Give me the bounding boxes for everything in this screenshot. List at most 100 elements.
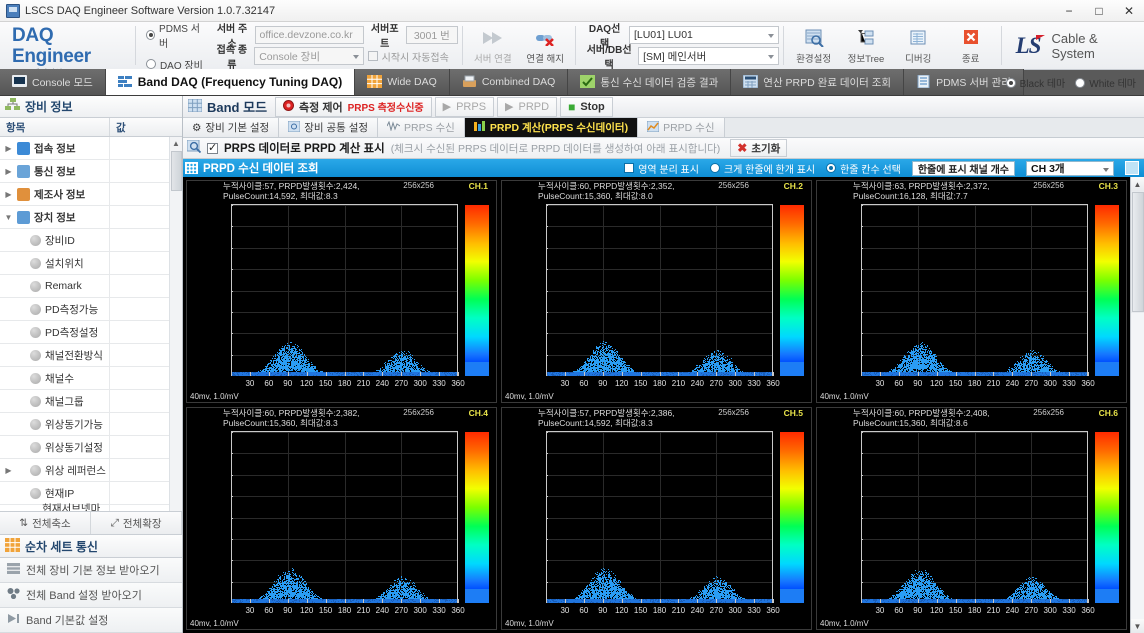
table-row[interactable]: PD측정설정 [0, 320, 182, 344]
prpd-chart-panel[interactable]: 누적사이클:63, PRPD발생횟수:2,372, PulseCount:16,… [816, 180, 1127, 403]
debug-button[interactable]: 디버깅 [892, 22, 944, 69]
radio-white-theme[interactable]: White 테마 [1075, 75, 1136, 90]
prpd-chart-panel[interactable]: 누적사이클:60, PRPD발생횟수:2,352, PulseCount:15,… [501, 180, 812, 403]
server-connect-button[interactable]: 서버 연결 [467, 22, 519, 69]
chart-plot-area[interactable]: 0.005.0010.0015.0020.0025.0030.0035.0040… [231, 204, 458, 376]
exit-button[interactable]: 종료 [944, 22, 996, 69]
tree-item[interactable]: 설치위치 [0, 251, 110, 275]
scroll-thumb[interactable] [171, 151, 182, 191]
tree-item[interactable]: 장비ID [0, 228, 110, 252]
tab-verify-results[interactable]: 통신 수신 데이터 검증 결과 [568, 69, 732, 95]
radio-black-theme[interactable]: Black 테마 [1005, 75, 1065, 90]
tree-item[interactable]: 위상동기설정 [0, 435, 110, 459]
tab-combined-daq[interactable]: Combined DAQ [449, 69, 569, 95]
subtab-prps-receive[interactable]: PRPS 수신 [378, 118, 465, 137]
chart-plot-area[interactable]: 0.005.0010.0015.0020.0025.0030.0035.0040… [546, 204, 773, 376]
table-row[interactable]: PD측정가능 [0, 297, 182, 321]
db-select[interactable]: [SM] 메인서버 [638, 47, 779, 65]
daq-select[interactable]: [LU01] LU01 [628, 26, 779, 44]
table-row[interactable]: 채널그룹 [0, 389, 182, 413]
scroll-up-icon[interactable]: ▲ [170, 137, 182, 150]
minimize-button[interactable]: − [1054, 0, 1084, 22]
server-port-input[interactable]: 3001 번 [405, 26, 458, 44]
panel-maximize-icon[interactable] [1125, 161, 1139, 175]
prpd-chart-panel[interactable]: 누적사이클:60, PRPD발생횟수:2,382, PulseCount:15,… [186, 407, 497, 630]
channel-count-select[interactable]: CH 3개 [1026, 160, 1114, 176]
chart-plot-area[interactable]: 0.005.0010.0015.0020.0025.0030.0035.0040… [861, 431, 1088, 603]
chart-plot-area[interactable]: 0.005.0010.0015.0020.0025.0030.0035.0040… [231, 431, 458, 603]
tab-prpd-results[interactable]: 연산 PRPD 완료 데이터 조회 [731, 69, 905, 95]
tree-item[interactable]: Remark [0, 274, 110, 298]
table-row[interactable]: ▼ 장치 정보 [0, 205, 182, 229]
tree-item[interactable]: PD측정가능 [0, 297, 110, 321]
collapse-all-button[interactable]: ⇅ 전체축소 [0, 512, 91, 534]
table-row[interactable]: ▶ 제조사 정보 [0, 182, 182, 206]
scroll-thumb[interactable] [1131, 192, 1144, 312]
tree-item[interactable]: ▶ 접속 정보 [0, 137, 110, 160]
chevron-right-icon[interactable]: ▶ [4, 144, 13, 153]
maximize-button[interactable]: □ [1084, 0, 1114, 22]
table-row[interactable]: ▶ 접속 정보 [0, 137, 182, 160]
expand-all-button[interactable]: ⤢ 전체확장 [91, 512, 182, 534]
tree-item[interactable]: 채널전환방식 [0, 343, 110, 367]
table-row[interactable]: 장비ID [0, 228, 182, 252]
single-large-radio[interactable]: 크게 한줄에 한개 표시 [709, 161, 815, 176]
tree-item[interactable]: ▶ 위상 레퍼런스 [0, 458, 110, 482]
reset-button[interactable]: ✖ 초기화 [730, 139, 788, 157]
prpd-button[interactable]: ▶ PRPD [497, 96, 558, 117]
columns-select-radio[interactable]: 한줄 칸수 선택 [826, 161, 901, 176]
tree-item[interactable]: ▶ 제조사 정보 [0, 182, 110, 206]
sidebar-action-fetch-basic[interactable]: 전체 장비 기본 정보 받아오기 [0, 558, 182, 583]
split-view-checkbox[interactable]: 영역 분리 표시 [624, 161, 699, 176]
server-disconnect-button[interactable]: 연결 해지 [519, 22, 571, 69]
prps-button[interactable]: ▶ PRPS [434, 96, 495, 117]
radio-pdms-server[interactable]: PDMS 서버 [145, 20, 204, 50]
tree-item[interactable]: PD측정설정 [0, 320, 110, 344]
table-row[interactable]: 위상동기가능 [0, 412, 182, 436]
scroll-up-icon[interactable]: ▲ [1130, 177, 1144, 191]
chevron-right-icon[interactable]: ▶ [4, 466, 13, 475]
chart-plot-area[interactable]: 0.005.0010.0015.0020.0025.0030.0035.0040… [861, 204, 1088, 376]
scroll-track[interactable] [1130, 313, 1144, 619]
scroll-down-icon[interactable]: ▼ [1130, 619, 1144, 633]
prpd-chart-panel[interactable]: 누적사이클:57, PRPD발생횟수:2,424, PulseCount:14,… [186, 180, 497, 403]
subtab-prpd-calc[interactable]: PRPD 계산(PRPS 수신데이터) [464, 118, 639, 137]
sidebar-scrollbar[interactable]: ▲ [169, 137, 182, 511]
table-row[interactable]: ▶ 위상 레퍼런스 [0, 458, 182, 482]
table-row[interactable]: ▶ 통신 정보 [0, 159, 182, 183]
subtab-device-basic-settings[interactable]: ⚙ 장비 기본 설정 [183, 118, 280, 137]
settings-button[interactable]: 환경설정 [788, 22, 840, 69]
server-address-input[interactable]: office.devzone.co.kr [254, 26, 364, 44]
autoconnect-checkbox[interactable]: 시작시 자동접속 [367, 49, 449, 64]
info-tree-button[interactable]: 정보Tree [840, 22, 892, 69]
stop-button[interactable]: ■ Stop [560, 96, 613, 117]
sidebar-action-fetch-band[interactable]: 전체 Band 설정 받아오기 [0, 583, 182, 608]
chart-plot-area[interactable]: 0.005.0010.0015.0020.0025.0030.0035.0040… [546, 431, 773, 603]
table-row[interactable]: 현재서브넷마스크 [0, 503, 182, 511]
table-row[interactable]: Remark [0, 274, 182, 298]
charts-scrollbar[interactable]: ▲ ▼ [1130, 177, 1144, 633]
table-row[interactable]: 설치위치 [0, 251, 182, 275]
tab-console-mode[interactable]: Console 모드 [0, 69, 106, 95]
close-button[interactable]: ✕ [1114, 0, 1144, 22]
sidebar-action-band-default[interactable]: Band 기본값 설정 [0, 608, 182, 633]
subtab-prpd-receive[interactable]: PRPD 수신 [638, 118, 725, 137]
tab-band-daq[interactable]: Band DAQ (Frequency Tuning DAQ) [105, 69, 356, 95]
tree-item[interactable]: 채널수 [0, 366, 110, 390]
prpd-chart-panel[interactable]: 누적사이클:57, PRPD발생횟수:2,386, PulseCount:14,… [501, 407, 812, 630]
tree-item[interactable]: 위상동기가능 [0, 412, 110, 436]
prpd-chart-panel[interactable]: 누적사이클:60, PRPD발생횟수:2,408, PulseCount:15,… [816, 407, 1127, 630]
tab-wide-daq[interactable]: Wide DAQ [355, 69, 450, 95]
sidebar-tree[interactable]: ▲ ▶ 접속 정보 ▶ 통신 정보 ▶ 제조사 정보 ▼ 장치 정보 장비ID 설치위치 Remar… [0, 137, 182, 511]
table-row[interactable]: 채널전환방식 [0, 343, 182, 367]
table-row[interactable]: 채널수 [0, 366, 182, 390]
chevron-right-icon[interactable]: ▶ [4, 190, 13, 199]
connection-type-select[interactable]: Console 장비 [254, 47, 364, 65]
tree-item[interactable]: 채널그룹 [0, 389, 110, 413]
prpd-calc-checkbox[interactable] [207, 141, 218, 154]
tree-item[interactable]: 현재서브넷마스크 [0, 503, 110, 511]
tree-item[interactable]: ▼ 장치 정보 [0, 205, 110, 229]
tree-item[interactable]: ▶ 통신 정보 [0, 159, 110, 183]
chevron-right-icon[interactable]: ▶ [4, 167, 13, 176]
table-row[interactable]: 위상동기설정 [0, 435, 182, 459]
